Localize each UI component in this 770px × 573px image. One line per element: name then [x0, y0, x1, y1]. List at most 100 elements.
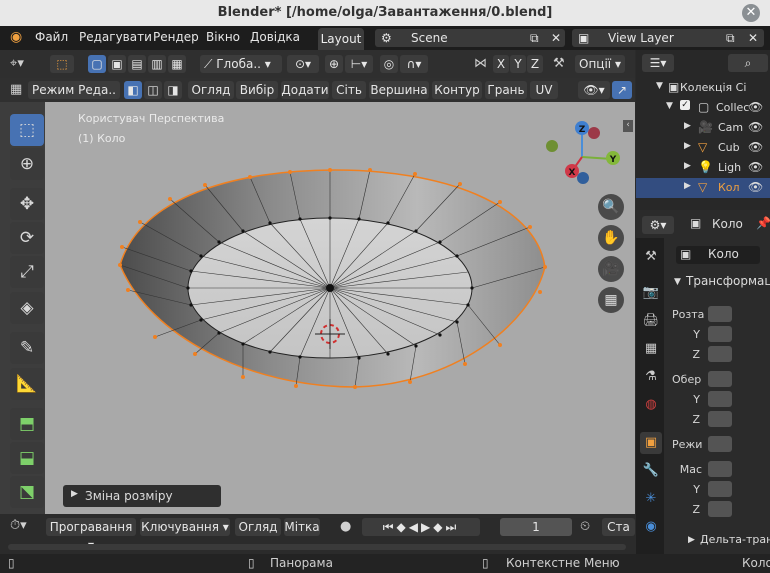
object-name-field[interactable]: ▣ Коло — [676, 246, 760, 264]
mode-dropdown[interactable]: Режим Реда.. ▾ — [28, 81, 120, 115]
select-mode-new-icon[interactable]: ▢ — [88, 55, 106, 73]
location-y-field[interactable] — [708, 326, 732, 342]
menu-file[interactable]: Файл — [35, 30, 68, 44]
proportional-edit-icon[interactable]: ◎ — [380, 55, 398, 73]
transform-section-label[interactable]: Трансформац — [686, 274, 770, 288]
measure-tool-icon[interactable]: 📐 — [10, 368, 44, 400]
scene-tab-icon[interactable]: ⚗ — [640, 366, 662, 388]
move-tool-icon[interactable]: ✥ — [10, 188, 44, 220]
remove-icon[interactable]: ✕ — [748, 29, 758, 47]
scale-y-field[interactable] — [708, 481, 732, 497]
scale-tool-icon[interactable]: ⤢ — [10, 256, 44, 288]
menu-help[interactable]: Довідка — [250, 30, 300, 44]
select-mode-subtract-icon[interactable]: ▤ — [128, 55, 146, 73]
eye-icon[interactable]: 👁 — [748, 120, 763, 134]
scale-x-field[interactable] — [708, 461, 732, 477]
location-z-field[interactable] — [708, 346, 732, 362]
output-tab-icon[interactable]: 🖨 — [640, 310, 662, 332]
render-tab-icon[interactable]: 📷 — [640, 282, 662, 304]
pivot-point-dropdown[interactable]: ⊙▾ — [287, 55, 319, 73]
eye-icon[interactable]: 👁 — [748, 140, 763, 154]
copy-icon[interactable]: ⧉ — [530, 29, 539, 47]
view-layer-tab-icon[interactable]: ▦ — [640, 338, 662, 360]
menu-face[interactable]: Грань — [485, 81, 527, 99]
inset-tool-icon[interactable]: ⬔ — [10, 476, 44, 508]
eye-icon[interactable]: 👁 — [748, 100, 763, 114]
snap-toggle-icon[interactable]: ⊕ — [325, 55, 343, 73]
outliner-row-cube[interactable]: ▶ ▽ Cub 👁 — [636, 138, 770, 158]
camera-view-icon[interactable]: 🎥 — [598, 256, 624, 282]
scale-z-field[interactable] — [708, 501, 732, 517]
remove-icon[interactable]: ✕ — [551, 29, 561, 47]
select-box-tool-icon[interactable]: ⬚ — [10, 114, 44, 146]
3d-viewport[interactable]: Z Y X Користувач Перспектива (1) Коло ‹ … — [0, 102, 635, 514]
mirror-z-button[interactable]: Z — [527, 55, 543, 73]
timeline-scrollbar[interactable] — [8, 544, 626, 550]
playback-dropdown[interactable]: Програвання ▾ — [46, 518, 136, 552]
select-mode-invert-icon[interactable]: ▥ — [148, 55, 166, 73]
menu-select[interactable]: Вибір — [236, 81, 278, 99]
close-icon[interactable]: ✕ — [742, 4, 760, 22]
object-tab-icon[interactable]: ▣ — [640, 432, 662, 454]
eye-icon[interactable]: 👁 — [748, 160, 763, 174]
menu-mesh[interactable]: Сіть — [332, 81, 366, 99]
workspace-tab-layout[interactable]: Layout — [318, 28, 364, 50]
start-frame-field[interactable]: Ста — [602, 518, 635, 536]
menu-add[interactable]: Додати — [281, 81, 329, 99]
add-cube-tool-icon[interactable]: ⬒ — [10, 408, 44, 440]
grid-ortho-icon[interactable]: ▦ — [598, 287, 624, 313]
rotation-x-field[interactable] — [708, 371, 732, 387]
edge-select-icon[interactable]: ◫ — [144, 81, 162, 99]
rotation-z-field[interactable] — [708, 411, 732, 427]
record-icon[interactable]: ● — [340, 519, 351, 534]
menu-vertex[interactable]: Вершина — [369, 81, 429, 99]
pin-icon[interactable]: 📌 — [756, 216, 770, 230]
outliner-row-collec[interactable]: ▼ ✓ ▢ Collec 👁 — [636, 98, 770, 118]
gizmo-neg-z[interactable] — [577, 172, 589, 184]
mirror-y-button[interactable]: Y — [510, 55, 526, 73]
delta-transform-label[interactable]: Дельта-тран — [700, 533, 770, 546]
gizmo-neg-y[interactable] — [546, 140, 558, 152]
outliner-row-camera[interactable]: ▶ 🎥 Cam 👁 — [636, 118, 770, 138]
editor-type-icon[interactable]: ⌖▾ — [10, 56, 24, 71]
extrude-tool-icon[interactable]: ⬓ — [10, 442, 44, 474]
gizmo-toggle-icon[interactable]: ↗ — [612, 81, 632, 99]
annotate-tool-icon[interactable]: ✎ — [10, 332, 44, 364]
physics-tab-icon[interactable]: ◉ — [640, 516, 662, 538]
sidebar-toggle-icon[interactable]: ‹ — [623, 120, 633, 132]
transform-tool-icon[interactable]: ◈ — [10, 292, 44, 324]
modifiers-tab-icon[interactable]: 🔧 — [640, 460, 662, 482]
timeline-view-menu[interactable]: Огляд — [235, 518, 281, 536]
select-mode-intersect-icon[interactable]: ▦ — [168, 55, 186, 73]
outliner-row-collection[interactable]: ▼ ▣ Колекція Сі — [636, 78, 770, 98]
menu-uv[interactable]: UV — [530, 81, 558, 99]
cursor-tool-icon[interactable]: ⊕ — [10, 148, 44, 180]
pan-hand-icon[interactable]: ✋ — [598, 225, 624, 251]
clock-icon[interactable]: ⏱▾ — [10, 518, 27, 533]
face-select-icon[interactable]: ◨ — [164, 81, 182, 99]
menu-edge[interactable]: Контур — [432, 81, 482, 99]
rotate-tool-icon[interactable]: ⟳ — [10, 222, 44, 254]
location-x-field[interactable] — [708, 306, 732, 322]
outliner-row-light[interactable]: ▶ 💡 Ligh 👁 — [636, 158, 770, 178]
vertex-select-icon[interactable]: ◧ — [124, 81, 142, 99]
playback-controls[interactable]: ⏮◆◀▶◆⏭ — [362, 518, 480, 536]
timeline-marker-menu[interactable]: Мітка — [284, 518, 320, 536]
properties-editor-type-dropdown[interactable]: ⚙▾ — [642, 216, 674, 234]
rotation-mode-dropdown[interactable] — [708, 436, 732, 452]
keying-dropdown[interactable]: Ключування ▾ — [140, 518, 230, 536]
view-layer-selector[interactable]: ▣ View Layer ⧉ ✕ — [572, 29, 764, 47]
menu-view[interactable]: Огляд — [188, 81, 234, 99]
falloff-dropdown[interactable]: ∩▾ — [400, 55, 428, 73]
menu-render[interactable]: Рендер — [153, 30, 199, 44]
world-tab-icon[interactable]: ◍ — [640, 394, 662, 416]
zoom-icon[interactable]: 🔍 — [598, 194, 624, 220]
outliner-row-circle[interactable]: ▶ ▽ Кол 👁 — [636, 178, 770, 198]
transform-orientation-dropdown[interactable]: ⟋ Глоба.. ▾ — [200, 55, 282, 73]
gizmo-neg-x[interactable] — [588, 127, 600, 139]
checkbox-icon[interactable]: ✓ — [680, 100, 690, 110]
copy-icon[interactable]: ⧉ — [726, 29, 735, 47]
snap-target-dropdown[interactable]: ⊢▾ — [345, 55, 373, 73]
viewport-canvas[interactable]: Z Y X — [0, 102, 635, 514]
tool-tab-icon[interactable]: ⚒ — [640, 246, 662, 268]
